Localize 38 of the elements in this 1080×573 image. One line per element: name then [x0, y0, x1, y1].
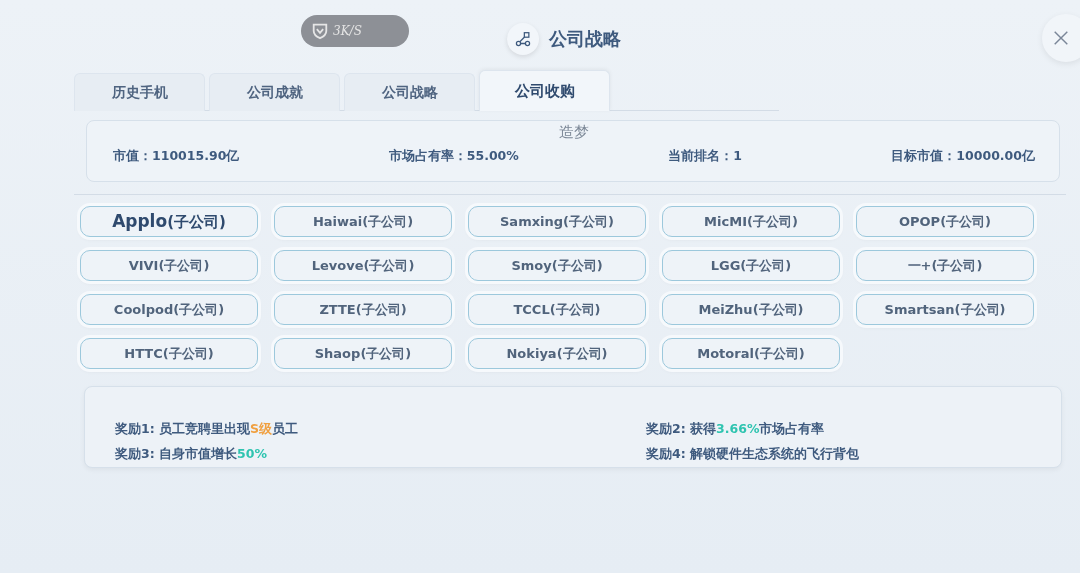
company-button[interactable]: MicMI(子公司)	[662, 206, 840, 237]
stat-text: 市场占有率：55.00%	[388, 148, 519, 165]
stat-text: 当前排名：1	[668, 148, 742, 165]
tab[interactable]: 公司收购	[479, 70, 610, 111]
tab[interactable]: 公司战略	[344, 73, 475, 111]
stat-text: 市值：110015.90亿	[113, 148, 240, 165]
company-button[interactable]: HTTC(子公司)	[80, 338, 258, 369]
company-button[interactable]: Coolpod(子公司)	[80, 294, 258, 325]
company-button[interactable]: Samxing(子公司)	[468, 206, 646, 237]
company-button[interactable]: Smoy(子公司)	[468, 250, 646, 281]
company-button[interactable]: Nokiya(子公司)	[468, 338, 646, 369]
company-button[interactable]: Levove(子公司)	[274, 250, 452, 281]
close-button[interactable]	[1042, 14, 1080, 62]
company-button[interactable]: Motoral(子公司)	[662, 338, 840, 369]
company-button[interactable]: Smartsan(子公司)	[856, 294, 1034, 325]
company-name: 造梦	[558, 123, 590, 142]
company-button[interactable]: MeiZhu(子公司)	[662, 294, 840, 325]
company-button[interactable]: LGG(子公司)	[662, 250, 840, 281]
tab[interactable]: 历史手机	[74, 73, 205, 111]
company-button[interactable]: Haiwai(子公司)	[274, 206, 452, 237]
company-button[interactable]: 一+(子公司)	[856, 250, 1034, 281]
company-button[interactable]: VIVI(子公司)	[80, 250, 258, 281]
stat-text: 目标市值：10000.00亿	[891, 148, 1035, 165]
company-button[interactable]: TCCL(子公司)	[468, 294, 646, 325]
company-button[interactable]: Applo(子公司)	[80, 206, 258, 237]
reward-text: 奖励1: 员工竞聘里出现S级员工	[115, 421, 300, 438]
tab[interactable]: 公司成就	[209, 73, 340, 111]
reward-text: 奖励4: 解锁硬件生态系统的飞行背包	[646, 446, 861, 463]
speed-badge: 3K/S	[301, 15, 409, 47]
window-title: 公司战略	[549, 27, 621, 51]
company-button[interactable]: OPOP(子公司)	[856, 206, 1034, 237]
company-button[interactable]: ZTTE(子公司)	[274, 294, 452, 325]
reward-text: 奖励3: 自身市值增长50%	[115, 446, 268, 463]
shield-icon	[311, 22, 329, 40]
share-icon	[507, 23, 539, 55]
company-button[interactable]: Shaop(子公司)	[274, 338, 452, 369]
reward-text: 奖励2: 获得3.66%市场占有率	[646, 421, 826, 438]
close-icon	[1052, 29, 1070, 47]
